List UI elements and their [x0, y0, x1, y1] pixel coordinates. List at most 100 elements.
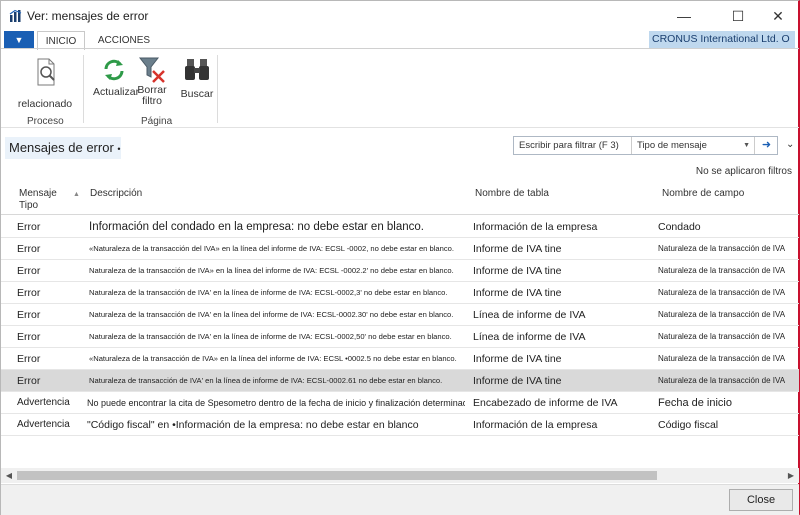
cell-table: Informe de IVA tine — [473, 353, 562, 365]
related-button[interactable]: relacionado — [15, 57, 75, 110]
cell-description: «Naturaleza de la transacción del IVA» e… — [89, 244, 455, 253]
related-label: relacionado — [17, 98, 73, 110]
cell-field: Condado — [658, 221, 701, 233]
cell-type: Advertencia — [17, 397, 70, 408]
clear-filter-button[interactable]: Borrar filtro — [135, 55, 169, 107]
column-header-type[interactable]: Mensaje Tipo — [19, 188, 63, 212]
cell-type: Error — [17, 287, 41, 299]
table-row[interactable]: Advertencia "Código fiscal" en •Informac… — [1, 414, 799, 436]
cell-type: Advertencia — [17, 419, 70, 430]
cell-field: Naturaleza de la transacción de IVA — [658, 310, 786, 319]
cell-field: Fecha de inicio — [658, 397, 732, 409]
table-row[interactable]: Error «Naturaleza de la transacción de I… — [1, 348, 799, 370]
cell-field: Naturaleza de la transacción de IVA — [658, 332, 786, 341]
minimize-button[interactable]: — — [661, 1, 707, 31]
table-row[interactable]: Error Información del condado en la empr… — [1, 216, 799, 238]
page-title-marker: • — [117, 144, 121, 154]
cell-description: «Naturaleza de la transacción de IVA» en… — [89, 354, 457, 363]
title-bar: Ver: mensajes de error — ☐ ✕ — [1, 1, 799, 31]
table-row[interactable]: Advertencia No puede encontrar la cita d… — [1, 392, 799, 414]
find-button[interactable]: Buscar — [175, 57, 219, 100]
table-row[interactable]: Error Naturaleza de la transacción de IV… — [1, 282, 799, 304]
cell-table: Línea de informe de IVA — [473, 331, 586, 343]
table-row[interactable]: Error Naturaleza de la transacción de IV… — [1, 260, 799, 282]
cell-field: Código fiscal — [658, 419, 719, 431]
cell-description: Naturaleza de transacción de IVA' en la … — [89, 376, 443, 385]
cell-table: Línea de informe de IVA — [473, 309, 586, 321]
cell-description: Naturaleza de la transacción de IVA' en … — [89, 332, 452, 341]
refresh-label: Actualizar — [93, 86, 140, 98]
chevron-down-icon[interactable]: ⌄ — [786, 139, 794, 150]
group-separator — [83, 55, 84, 123]
cell-type: Error — [17, 331, 41, 343]
cell-type: Error — [17, 353, 41, 365]
dialog-window: Ver: mensajes de error — ☐ ✕ ▼ INICIO AC… — [0, 0, 800, 515]
cell-type: Error — [17, 309, 41, 321]
cell-description: Información del condado en la empresa: n… — [89, 221, 424, 233]
close-button[interactable]: Close — [729, 489, 793, 511]
cell-type: Error — [17, 221, 41, 233]
app-logo-icon — [9, 9, 23, 23]
cell-description: "Código fiscal" en •Información de la em… — [87, 419, 419, 431]
scroll-right-icon[interactable]: ▶ — [785, 468, 797, 483]
cell-table: Información de la empresa — [473, 419, 598, 431]
find-label: Buscar — [180, 88, 214, 100]
group-label-pagina: Página — [141, 116, 173, 127]
refresh-icon — [104, 59, 124, 81]
column-header-field[interactable]: Nombre de campo — [662, 188, 744, 200]
page-title-text: Mensajes de error — [9, 140, 114, 155]
group-separator — [217, 55, 218, 123]
document-search-icon — [37, 58, 55, 86]
company-name[interactable]: CRONUS International Ltd. O — [649, 31, 795, 48]
cell-table: Encabezado de informe de IVA — [473, 397, 618, 409]
refresh-button[interactable]: Actualizar — [93, 57, 140, 98]
table-row-selected[interactable]: Error Naturaleza de transacción de IVA' … — [1, 370, 799, 392]
close-window-button[interactable]: ✕ — [755, 1, 800, 31]
sort-ascending-icon: ▲ — [73, 191, 80, 198]
filter-bar: Escribir para filtrar (F 3) Tipo de mens… — [513, 136, 778, 155]
filter-input[interactable]: Escribir para filtrar (F 3) — [514, 137, 632, 154]
filter-status: No se aplicaron filtros — [695, 166, 792, 177]
file-menu-button[interactable]: ▼ — [4, 31, 34, 49]
grid-header: Mensaje Tipo ▲ Descripción Nombre de tab… — [1, 181, 799, 215]
cell-type: Error — [17, 243, 41, 255]
cell-field: Naturaleza de la transacción de IVA — [658, 288, 786, 297]
cell-description: Naturaleza de la transacción de IVA' en … — [89, 288, 448, 297]
scroll-left-icon[interactable]: ◀ — [3, 468, 15, 483]
scrollbar-thumb[interactable] — [17, 471, 657, 480]
cell-field: Naturaleza de la transacción de IVA — [658, 266, 786, 275]
window-title: Ver: mensajes de error — [27, 9, 149, 23]
cell-description: Naturaleza de la transacción de IVA» en … — [89, 266, 454, 275]
cell-field: Naturaleza de la transacción de IVA — [658, 376, 786, 385]
cell-table: Informe de IVA tine — [473, 265, 562, 277]
cell-description: No puede encontrar la cita de Spesometro… — [87, 398, 465, 408]
cell-type: Error — [17, 375, 41, 387]
clear-filter-icon — [138, 57, 165, 83]
cell-table: Informe de IVA tine — [473, 375, 562, 387]
cell-description: Naturaleza de la transacción de IVA' en … — [89, 310, 454, 319]
cell-type: Error — [17, 265, 41, 277]
filter-field-select[interactable]: Tipo de mensaje ▼ — [632, 137, 755, 154]
dialog-footer: Close — [1, 484, 799, 515]
arrow-right-icon[interactable]: ➜ — [756, 137, 777, 154]
cell-field: Naturaleza de la transacción de IVA — [658, 244, 786, 253]
column-header-description[interactable]: Descripción — [90, 188, 142, 200]
cell-table: Informe de IVA tine — [473, 287, 562, 299]
tab-acciones[interactable]: ACCIONES — [93, 31, 155, 49]
cell-table: Información de la empresa — [473, 221, 598, 233]
table-row[interactable]: Error Naturaleza de la transacción de IV… — [1, 326, 799, 348]
cell-table: Informe de IVA tine — [473, 243, 562, 255]
ribbon: relacionado Proceso Actualizar Borrar fi… — [1, 48, 799, 128]
cell-field: Naturaleza de la transacción de IVA — [658, 354, 786, 363]
group-label-proceso: Proceso — [27, 116, 64, 127]
page-title[interactable]: Mensajes de error • — [5, 137, 121, 159]
ribbon-tab-row: ▼ INICIO ACCIONES CRONUS International L… — [1, 31, 799, 50]
binoculars-icon — [185, 59, 209, 80]
clear-filter-label: Borrar filtro — [137, 84, 167, 107]
table-row[interactable]: Error «Naturaleza de la transacción del … — [1, 238, 799, 260]
chevron-down-icon: ▼ — [743, 142, 750, 149]
column-header-table[interactable]: Nombre de tabla — [475, 188, 549, 200]
table-row[interactable]: Error Naturaleza de la transacción de IV… — [1, 304, 799, 326]
filter-field-value: Tipo de mensaje — [637, 140, 707, 151]
horizontal-scrollbar[interactable]: ◀ ▶ — [1, 468, 799, 483]
